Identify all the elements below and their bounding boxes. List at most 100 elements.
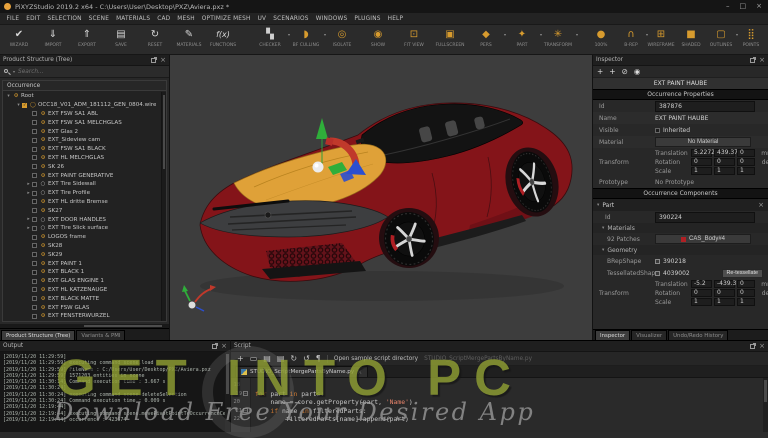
toolbar-button-pers[interactable]: ◆▾PERS [468,25,504,48]
close-panel-icon[interactable]: × [759,58,765,63]
visibility-checkbox[interactable] [32,261,37,266]
tree-item-ext-paint-1[interactable]: ⚙EXT PAINT 1 [3,259,166,268]
toolbar-button-wizard[interactable]: ✔WIZARD [2,25,36,48]
save-as-icon[interactable]: ▤ [277,352,285,366]
tree-item-ext-fsw-sa1-black[interactable]: ⚙EXT FSW SA1 BLACK [3,145,166,154]
open-folder-icon[interactable]: ▭ [250,352,258,366]
visibility-checkbox[interactable] [32,147,37,152]
menu-item-scene[interactable]: SCENE [85,16,112,22]
toolbar-button-show[interactable]: ◉SHOW [360,25,396,48]
tab-inspector[interactable]: Inspector [595,330,630,340]
visibility-checkbox[interactable] [32,208,37,213]
visibility-checkbox[interactable] [32,252,37,257]
toolbar-button-b-rep[interactable]: ∩▾B-REP [616,25,646,48]
editor-scrollbar[interactable] [763,378,768,432]
close-tab-icon[interactable]: × [357,369,362,376]
tab-product-structure-tree[interactable]: Product Structure (Tree) [1,330,75,340]
toolbar-button-wireframe[interactable]: ⊞WIREFRAME [646,25,676,48]
menu-item-edit[interactable]: EDIT [23,16,44,22]
rotation-y[interactable]: 0 [714,158,735,166]
toolbar-button-part[interactable]: ✦▾PART [504,25,540,48]
collapse-arrow-icon[interactable]: ▾ [597,203,599,208]
expand-arrow-icon[interactable]: ▸ [25,217,32,222]
comp-scale-z[interactable]: 1 [737,298,755,306]
focus-icon[interactable]: ◉ [634,66,641,78]
comp-scale-x[interactable]: 1 [691,298,712,306]
tree-item-ext-fsw-sa1-melchglas[interactable]: ⚙EXT FSW SA1 MELCHGLAS [3,118,166,127]
visibility-checkbox[interactable] [32,226,37,231]
visibility-checkbox[interactable]: ✓ [22,103,27,108]
tree-item-ext-tire-sidewall[interactable]: ▸○EXT Tire Sidewall [3,180,166,189]
code-editor[interactable]: 1819–2021–22 for part in parts: name = c… [231,378,768,432]
search-bar[interactable]: ▾ Search... [0,66,169,78]
new-script-icon[interactable]: + [237,352,244,366]
translation-x[interactable]: 5.22721 [691,149,712,157]
tree-item-sk29[interactable]: ⚙SK29 [3,250,166,259]
reload-script-icon[interactable]: ↺ [303,352,310,366]
tree-item-ext-sideview-cam[interactable]: ⚙EXT_Sideview cam [3,136,166,145]
tree-list[interactable]: ▾⚙Root▾✓◯OCC18_V01_ADM_181112_GEN_0804.w… [3,91,166,321]
dropdown-icon[interactable]: ▾ [576,32,578,37]
comp-rotation-y[interactable]: 0 [714,289,735,297]
tree-item-ext-hl-dritte-bremse[interactable]: ⚙EXT HL dritte Bremse [3,198,166,207]
tree-item-ext-hl-melchglas[interactable]: ⚙EXT HL MELCHGLAS [3,154,166,163]
visibility-checkbox[interactable] [32,199,37,204]
visibility-checkbox[interactable] [32,155,37,160]
tree-item-ext-door-handles[interactable]: ▸○EXT DOOR HANDLES [3,215,166,224]
tree-hscrollbar[interactable] [0,324,169,328]
fold-marker-icon[interactable]: – [243,408,248,413]
tab-visualizer[interactable]: Visualizer [631,330,667,340]
tab-undo-redo-history[interactable]: Undo/Redo History [668,330,728,340]
rotation-z[interactable]: 0 [737,158,755,166]
tree-item-sk27[interactable]: ⚙SK27 [3,206,166,215]
retessellate-button[interactable]: Re-tessellate [722,269,763,278]
toolbar-button-outlines[interactable]: ▢▾OUTLINES [706,25,736,48]
tree-item-sk-26[interactable]: ⚙SK 26 [3,162,166,171]
toolbar-button-points[interactable]: ⣿POINTS [736,25,766,48]
tree-item-sk28[interactable]: ⚙SK28 [3,242,166,251]
scale-y[interactable]: 1 [714,167,735,175]
visibility-checkbox[interactable] [32,270,37,275]
comp-scale-y[interactable]: 1 [714,298,735,306]
translation-y[interactable]: 439.377 [714,149,735,157]
visibility-checkbox[interactable] [32,235,37,240]
menu-item-help[interactable]: HELP [384,16,407,22]
search-filter-dropdown-icon[interactable]: ▾ [13,69,15,74]
toolbar-button-functions[interactable]: f(x)FUNCTIONS [206,25,240,48]
menu-item-cad[interactable]: CAD [154,16,174,22]
minimize-button[interactable]: – [726,0,730,13]
menu-item-selection[interactable]: SELECTION [44,16,85,22]
expand-arrow-icon[interactable]: ▸ [25,226,32,231]
menu-item-materials[interactable]: MATERIALS [113,16,154,22]
script-tab[interactable]: STUDIO_ScriptMergePartsByName.py × [235,366,368,377]
toolbar-button-fit-view[interactable]: ⊡FIT VIEW [396,25,432,48]
menu-item-optimize-mesh[interactable]: OPTIMIZE MESH [198,16,254,22]
unlink-icon[interactable]: ⊘ [622,66,628,78]
popout-icon[interactable] [750,344,755,349]
material-button[interactable]: No Material [655,137,751,147]
toolbar-button-materials[interactable]: ✎MATERIALS [172,25,206,48]
tree-item-ext-fensterwurzel[interactable]: ⚙EXT FENSTERWURZEL [3,312,166,321]
visibility-checkbox[interactable] [32,129,37,134]
scale-x[interactable]: 1 [691,167,712,175]
visibility-checkbox[interactable] [32,296,37,301]
run-script-icon[interactable]: ↻ [290,352,297,366]
translation-z[interactable]: 0 [737,149,755,157]
menu-item-mesh[interactable]: MESH [174,16,199,22]
maximize-button[interactable]: □ [740,0,747,13]
comp-rotation-z[interactable]: 0 [737,289,755,297]
tree-item-ext-paint-generative[interactable]: ⚙EXT PAINT GENERATIVE [3,171,166,180]
visibility-checkbox[interactable] [32,164,37,169]
visibility-checkbox[interactable] [32,191,37,196]
tree-item-ext-fsw-sa1-abl[interactable]: ⚙EXT FSW SA1 ABL [3,110,166,119]
geometry-subsection[interactable]: ▾ Geometry [593,245,768,255]
expand-arrow-icon[interactable]: ▾ [15,103,22,108]
toolbar-button-checker[interactable]: ▚▾CHECKER [252,25,288,48]
toolbar-button-isolate[interactable]: ◎ISOLATE [324,25,360,48]
menu-item-file[interactable]: FILE [3,16,23,22]
collapse-arrow-icon[interactable]: ▾ [602,226,604,231]
format-icon[interactable]: ¶ [316,352,321,366]
visibility-checkbox[interactable] [32,173,37,178]
comp-rotation-x[interactable]: 0 [691,289,712,297]
save-script-icon[interactable]: ▤ [263,352,271,366]
